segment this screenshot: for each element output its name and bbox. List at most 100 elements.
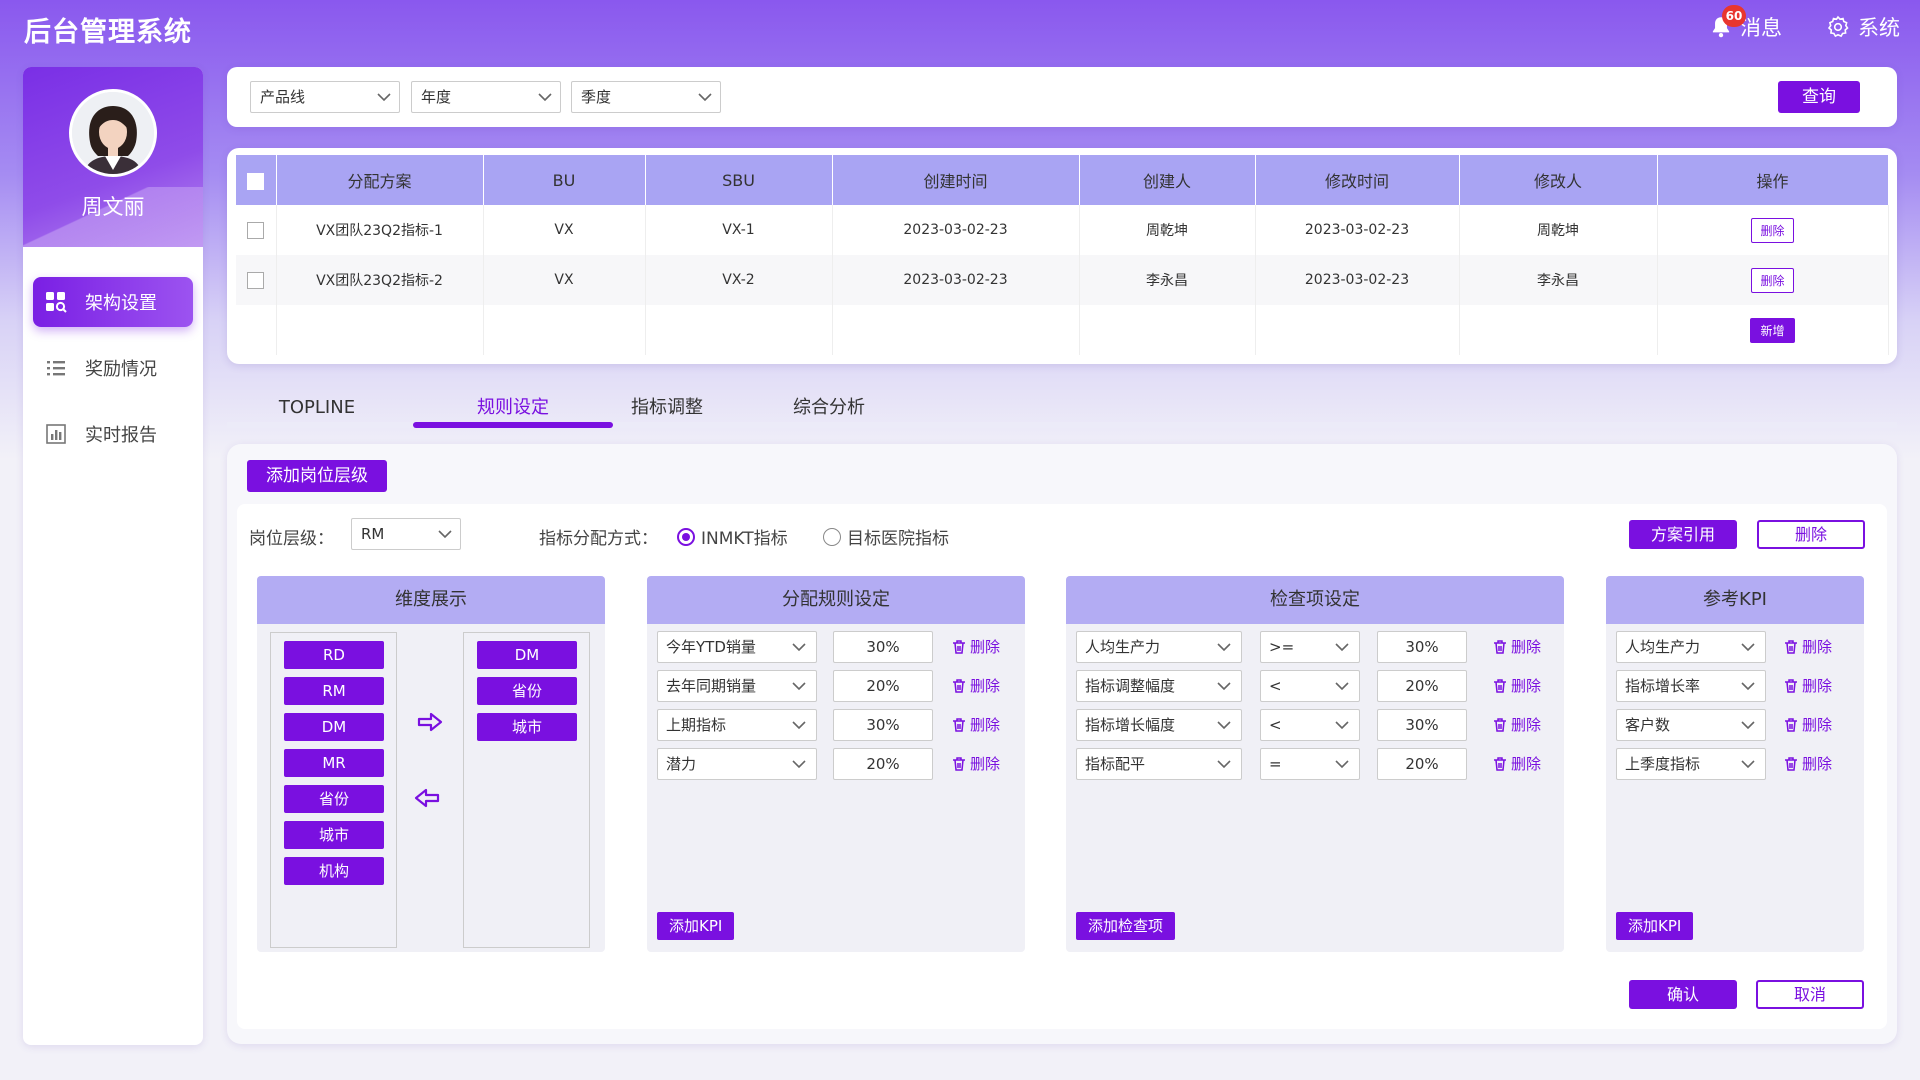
messages-button[interactable]: 60 消息	[1708, 5, 1782, 42]
arrow-right-icon[interactable]	[417, 712, 443, 732]
check-metric-select[interactable]: 人均生产力	[1076, 631, 1242, 663]
kpi-delete-button[interactable]: 删除	[1784, 636, 1832, 657]
dimension-item[interactable]: 省份	[284, 785, 384, 813]
row-checkbox[interactable]	[247, 271, 265, 289]
add-kpi-button[interactable]: 添加KPI	[657, 912, 735, 940]
check-operator-select[interactable]: >=	[1260, 631, 1360, 663]
sidebar-item-report[interactable]: 实时报告	[33, 409, 193, 459]
tab-topline[interactable]: TOPLINE	[257, 388, 377, 428]
panel-title: 分配规则设定	[647, 576, 1025, 624]
add-plan-button[interactable]: 新增	[1750, 317, 1795, 343]
apply-plan-button[interactable]: 方案引用	[1629, 520, 1737, 549]
allocation-weight-input[interactable]: 20%	[833, 748, 933, 780]
kpi-delete-button[interactable]: 删除	[1784, 753, 1832, 774]
product-line-placeholder: 产品线	[260, 88, 306, 106]
dimension-item[interactable]: DM	[284, 713, 384, 741]
check-value-input[interactable]: 20%	[1377, 670, 1467, 702]
check-value-input[interactable]: 30%	[1377, 709, 1467, 741]
kpi-delete-button[interactable]: 删除	[1784, 675, 1832, 696]
check-metric-select[interactable]: 指标调整幅度	[1076, 670, 1242, 702]
allocation-weight-input[interactable]: 20%	[833, 670, 933, 702]
tab-analysis[interactable]: 综合分析	[779, 388, 879, 428]
check-delete-button[interactable]: 删除	[1493, 714, 1541, 735]
delete-label: 删除	[970, 677, 1001, 695]
check-metric: 指标配平	[1085, 755, 1146, 773]
allocation-delete-button[interactable]: 删除	[952, 675, 1000, 696]
add-check-button[interactable]: 添加检查项	[1076, 912, 1176, 940]
sidebar-item-structure[interactable]: 架构设置	[33, 277, 193, 327]
kpi-metric: 客户数	[1625, 716, 1671, 734]
add-level-button[interactable]: 添加岗位层级	[247, 460, 387, 492]
dimension-item[interactable]: 城市	[284, 821, 384, 849]
trash-icon	[953, 639, 965, 654]
method-radio-hospital[interactable]: 目标医院指标	[823, 524, 949, 549]
allocation-weight-input[interactable]: 30%	[833, 709, 933, 741]
panel-title: 检查项设定	[1066, 576, 1564, 624]
year-select[interactable]: 年度	[411, 81, 561, 113]
delete-row-button[interactable]: 删除	[1751, 267, 1794, 293]
method-radio-inmkt[interactable]: INMKT指标	[677, 524, 788, 549]
level-select[interactable]: RM	[351, 518, 461, 550]
allocation-delete-button[interactable]: 删除	[952, 714, 1000, 735]
check-operator: <	[1269, 716, 1282, 734]
check-delete-button[interactable]: 删除	[1493, 636, 1541, 657]
product-line-select[interactable]: 产品线	[250, 81, 400, 113]
check-value-input[interactable]: 20%	[1377, 748, 1467, 780]
dimension-item[interactable]: MR	[284, 749, 384, 777]
query-button[interactable]: 查询	[1778, 81, 1860, 113]
kpi-metric-select[interactable]: 人均生产力	[1616, 631, 1766, 663]
message-count-badge: 60	[1722, 5, 1746, 27]
quarter-select[interactable]: 季度	[571, 81, 721, 113]
kpi-metric-select[interactable]: 上季度指标	[1616, 748, 1766, 780]
bell-icon: 60	[1708, 5, 1746, 40]
select-all-checkbox[interactable]	[247, 172, 265, 190]
radio-unchecked-icon	[823, 527, 841, 546]
check-metric-select[interactable]: 指标增长幅度	[1076, 709, 1242, 741]
check-value-input[interactable]: 30%	[1377, 631, 1467, 663]
selected-dimension-item[interactable]: 城市	[477, 713, 577, 741]
check-operator-select[interactable]: =	[1260, 748, 1360, 780]
plan-cell: VX团队23Q2指标-2	[276, 255, 484, 305]
tab-bar: TOPLINE 规则设定 指标调整 综合分析	[227, 380, 1897, 428]
check-metric-select[interactable]: 指标配平	[1076, 748, 1242, 780]
dimension-item[interactable]: RM	[284, 677, 384, 705]
delete-label: 删除	[970, 638, 1001, 656]
dimension-item[interactable]: 机构	[284, 857, 384, 885]
selected-dimension-item[interactable]: DM	[477, 641, 577, 669]
allocation-metric-select[interactable]: 今年YTD销量	[657, 631, 817, 663]
sidebar-item-rewards[interactable]: 奖励情况	[33, 343, 193, 393]
delete-row-button[interactable]: 删除	[1751, 217, 1794, 243]
check-delete-button[interactable]: 删除	[1493, 753, 1541, 774]
tab-adjust[interactable]: 指标调整	[617, 388, 717, 428]
chevron-down-icon	[1335, 721, 1349, 730]
allocation-weight-input[interactable]: 30%	[833, 631, 933, 663]
allocation-delete-button[interactable]: 删除	[952, 636, 1000, 657]
check-operator-select[interactable]: <	[1260, 709, 1360, 741]
confirm-button[interactable]: 确认	[1629, 980, 1737, 1009]
system-button[interactable]: 系统	[1782, 12, 1900, 42]
chevron-down-icon	[1217, 760, 1231, 769]
list-icon	[45, 357, 67, 379]
avatar[interactable]	[69, 89, 157, 177]
row-checkbox[interactable]	[247, 221, 265, 239]
selected-dimension-item[interactable]: 省份	[477, 677, 577, 705]
dimension-item[interactable]: RD	[284, 641, 384, 669]
trash-icon	[1494, 717, 1506, 732]
check-delete-button[interactable]: 删除	[1493, 675, 1541, 696]
cancel-button[interactable]: 取消	[1756, 980, 1864, 1009]
allocation-delete-button[interactable]: 删除	[952, 753, 1000, 774]
arrow-left-icon[interactable]	[414, 788, 440, 808]
allocation-metric-select[interactable]: 潜力	[657, 748, 817, 780]
trash-icon	[1494, 678, 1506, 693]
allocation-metric: 去年同期销量	[666, 677, 757, 695]
kpi-metric-select[interactable]: 指标增长率	[1616, 670, 1766, 702]
check-operator-select[interactable]: <	[1260, 670, 1360, 702]
kpi-metric-select[interactable]: 客户数	[1616, 709, 1766, 741]
delete-level-button[interactable]: 删除	[1757, 520, 1865, 549]
add-kpi-button[interactable]: 添加KPI	[1616, 912, 1694, 940]
allocation-metric-select[interactable]: 去年同期销量	[657, 670, 817, 702]
check-operator: >=	[1269, 638, 1295, 656]
kpi-delete-button[interactable]: 删除	[1784, 714, 1832, 735]
kpi-metric: 指标增长率	[1625, 677, 1701, 695]
allocation-metric-select[interactable]: 上期指标	[657, 709, 817, 741]
